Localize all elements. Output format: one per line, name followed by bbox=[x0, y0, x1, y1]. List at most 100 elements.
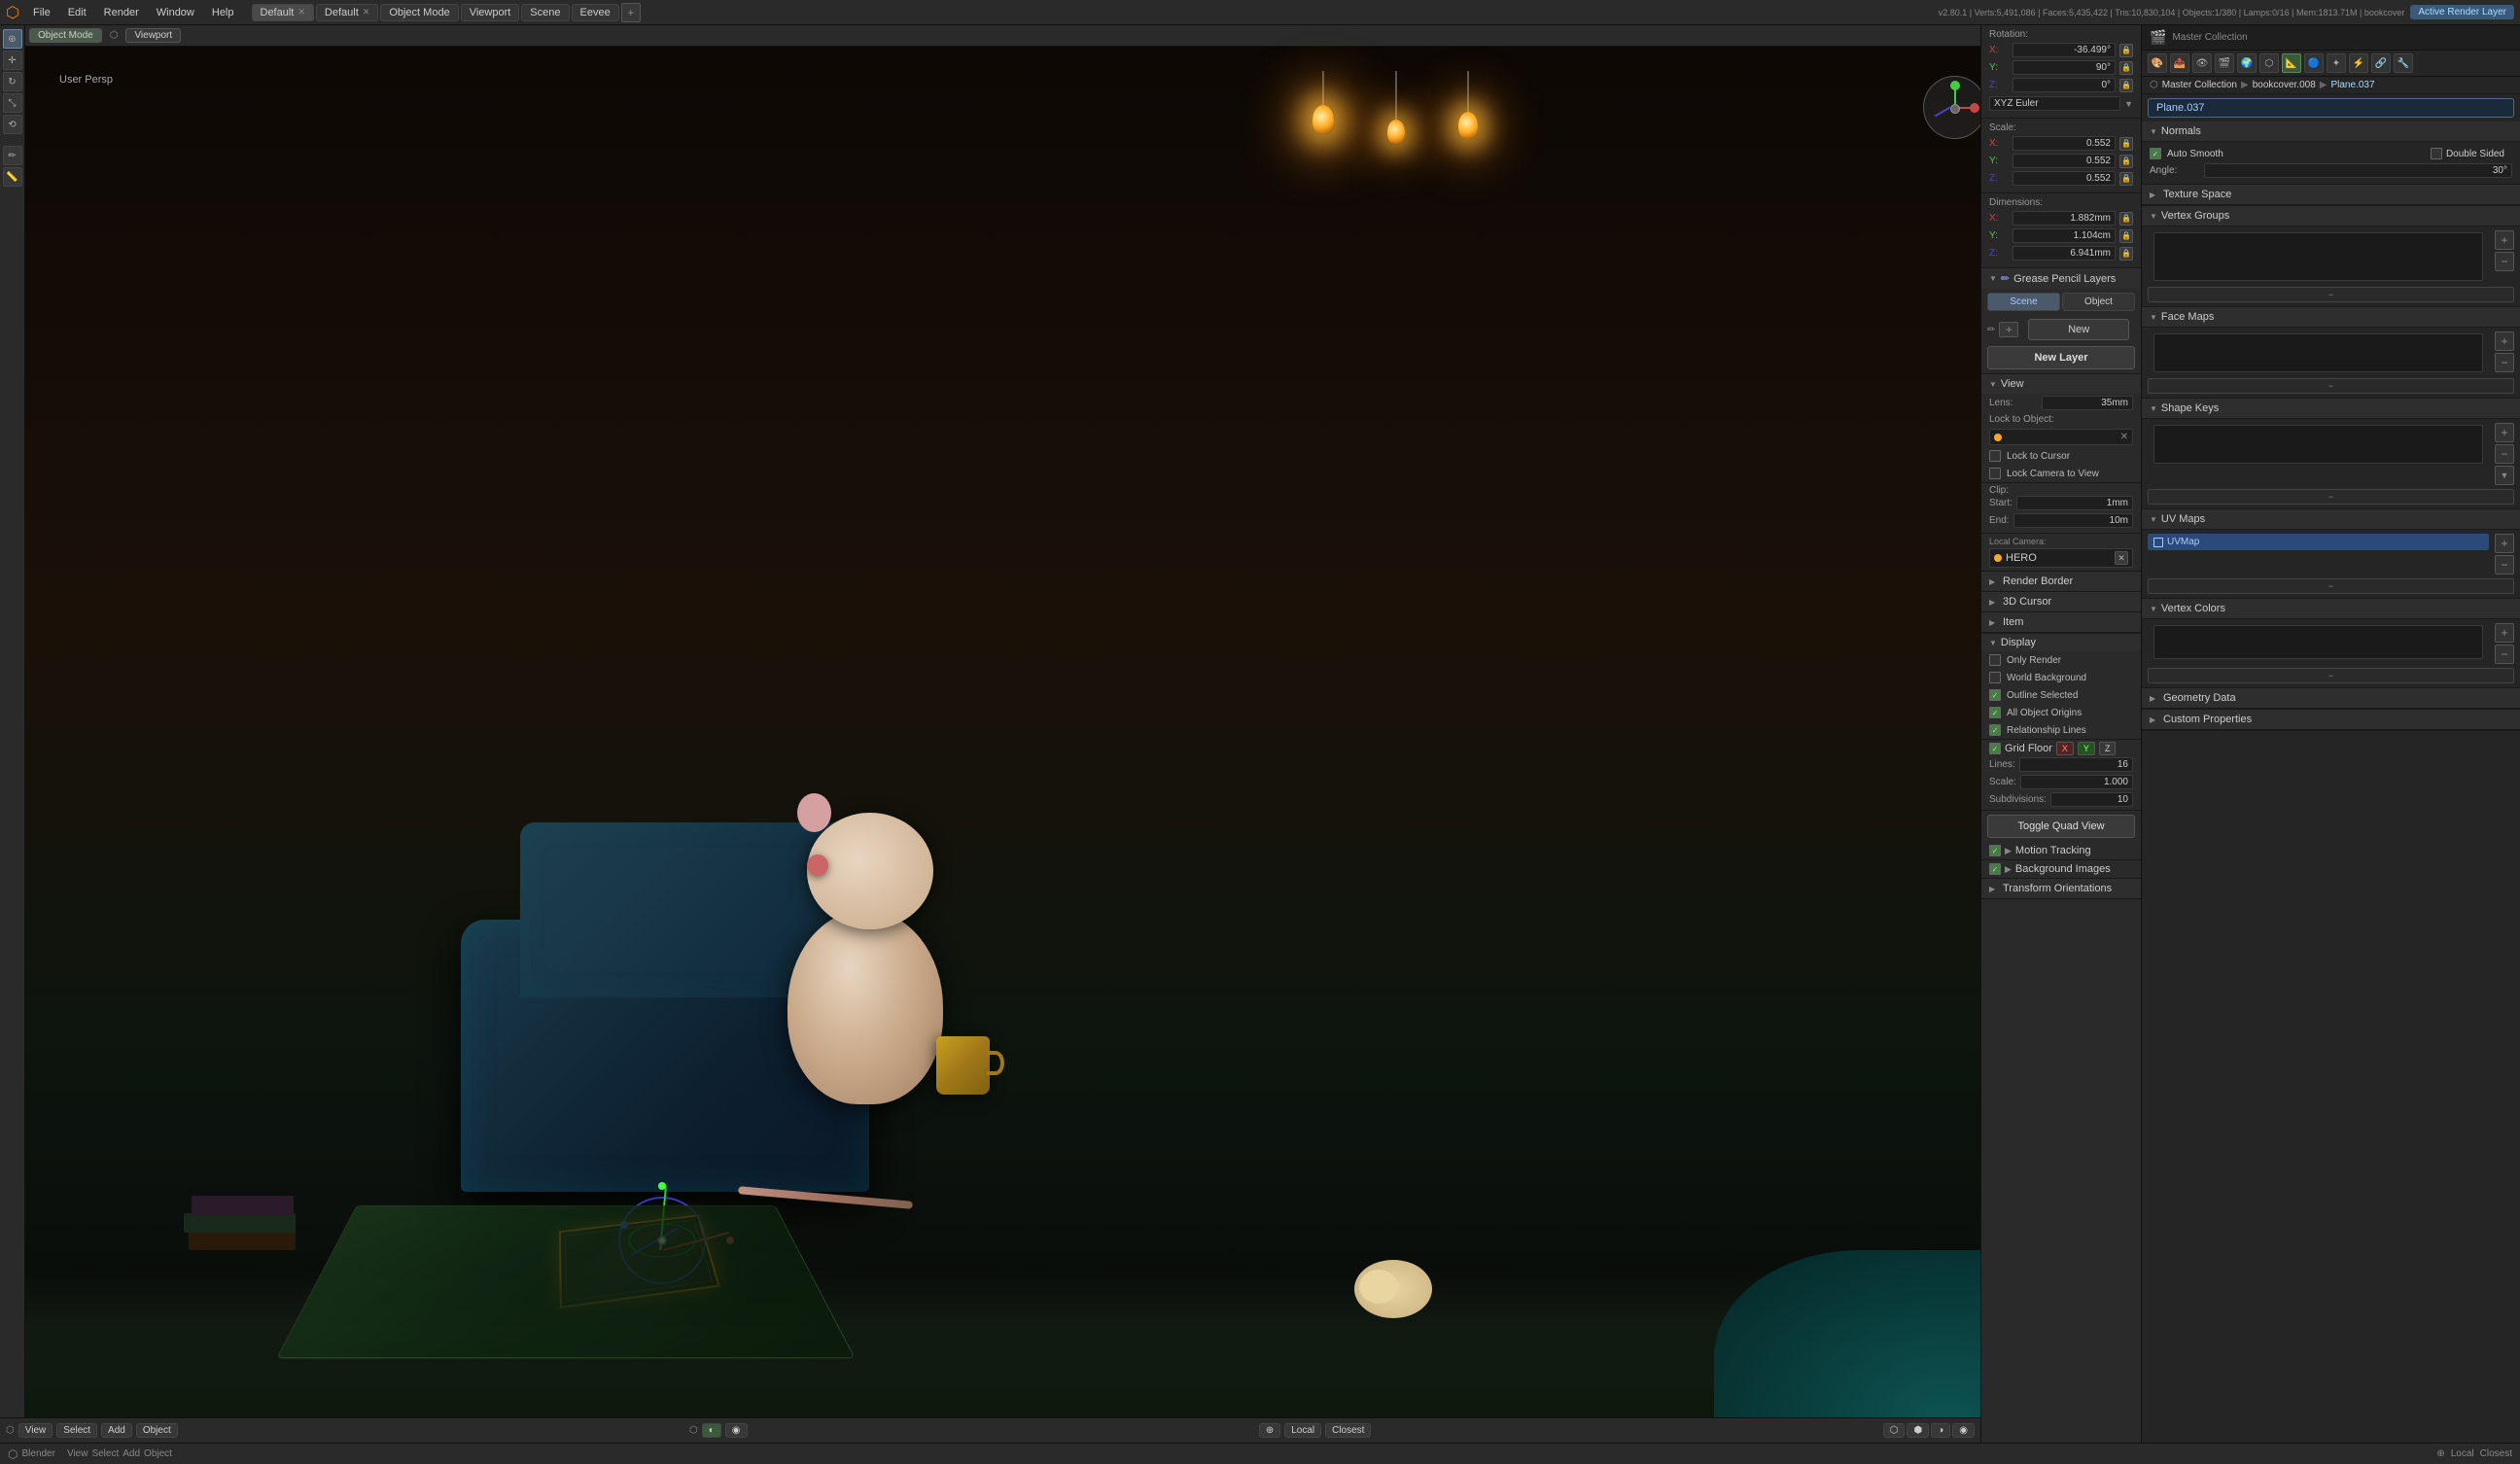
render-menu[interactable]: Render bbox=[96, 5, 147, 20]
scale-tool[interactable]: ⤡ bbox=[3, 93, 22, 113]
auto-smooth-checkbox[interactable] bbox=[2150, 148, 2161, 159]
double-sided-checkbox[interactable] bbox=[2431, 148, 2442, 159]
motion-tracking-checkbox[interactable] bbox=[1989, 845, 2001, 856]
workspace-close-icon[interactable]: ✕ bbox=[298, 7, 305, 17]
window-menu[interactable]: Window bbox=[149, 5, 202, 20]
scale-x-lock[interactable]: 🔒 bbox=[2119, 137, 2133, 151]
scale-z-lock[interactable]: 🔒 bbox=[2119, 172, 2133, 186]
lines-input[interactable]: 16 bbox=[2019, 757, 2133, 772]
custom-properties-header[interactable]: ▶ Custom Properties bbox=[2142, 710, 2520, 730]
frp-material-props-btn[interactable]: 🔵 bbox=[2304, 53, 2324, 73]
shape-keys-remove-btn[interactable]: − bbox=[2495, 444, 2514, 464]
dim-y-lock[interactable]: 🔒 bbox=[2119, 229, 2133, 243]
normals-angle-input[interactable]: 30° bbox=[2204, 163, 2512, 178]
background-images-checkbox[interactable] bbox=[1989, 863, 2001, 875]
dim-y-input[interactable]: 1.104cm bbox=[2012, 228, 2116, 243]
transform-orientations-header[interactable]: ▶ Transform Orientations bbox=[1981, 879, 2141, 898]
display-header[interactable]: ▼ Display bbox=[1981, 633, 2141, 651]
face-maps-remove-btn[interactable]: − bbox=[2495, 353, 2514, 372]
clip-end-input[interactable]: 10m bbox=[2013, 513, 2133, 528]
local-camera-pick-btn[interactable]: ✕ bbox=[2115, 551, 2128, 565]
view-header[interactable]: ▼ View bbox=[1981, 374, 2141, 394]
gp-tab-object[interactable]: Object bbox=[2062, 293, 2135, 311]
gp-add-icon[interactable]: + bbox=[1999, 322, 2018, 337]
frp-object-props-btn[interactable]: ⬡ bbox=[2259, 53, 2279, 73]
vertex-groups-assign-btn[interactable]: − bbox=[2148, 287, 2514, 302]
local-camera-picker[interactable]: HERO ✕ bbox=[1989, 548, 2133, 568]
world-background-checkbox[interactable] bbox=[1989, 672, 2001, 683]
workspace-close-icon-2[interactable]: ✕ bbox=[363, 7, 370, 17]
view-menu-btn[interactable]: View bbox=[18, 1423, 53, 1438]
workspace-object-mode[interactable]: Object Mode bbox=[380, 4, 458, 21]
dim-x-lock[interactable]: 🔒 bbox=[2119, 212, 2133, 226]
uv-maps-eq-btn[interactable]: − bbox=[2148, 578, 2514, 594]
vertex-colors-add-btn[interactable]: + bbox=[2495, 623, 2514, 643]
workspace-layout[interactable]: Default ✕ bbox=[316, 4, 378, 21]
background-images-header[interactable]: ▶ Background Images bbox=[1981, 860, 2141, 878]
geometry-data-header[interactable]: ▶ Geometry Data bbox=[2142, 688, 2520, 709]
transform-tool[interactable]: ⟲ bbox=[3, 115, 22, 134]
object-picker[interactable]: ✕ bbox=[1989, 429, 2133, 445]
frp-object-name-input[interactable] bbox=[2148, 98, 2514, 118]
all-obj-origins-checkbox[interactable] bbox=[1989, 707, 2001, 718]
clip-start-input[interactable]: 1mm bbox=[2016, 496, 2133, 510]
active-render-layer-label[interactable]: Active Render Layer bbox=[2410, 5, 2514, 19]
vertex-colors-remove-btn[interactable]: − bbox=[2495, 645, 2514, 664]
uv-maps-header[interactable]: ▼ UV Maps bbox=[2142, 509, 2520, 530]
grease-pencil-header[interactable]: ▼ ✏ Grease Pencil Layers bbox=[1981, 268, 2141, 289]
grid-floor-checkbox[interactable] bbox=[1989, 743, 2001, 754]
vertex-colors-eq-btn[interactable]: − bbox=[2148, 668, 2514, 683]
obj-picker-clear[interactable]: ✕ bbox=[2120, 432, 2128, 442]
rotation-x-input[interactable]: -36.499° bbox=[2012, 43, 2116, 57]
frp-view-layer-btn[interactable]: 👁 bbox=[2192, 53, 2212, 73]
help-menu[interactable]: Help bbox=[204, 5, 242, 20]
frp-mesh-props-btn[interactable]: 📐 bbox=[2282, 53, 2301, 73]
add-workspace-button[interactable]: + bbox=[621, 3, 641, 22]
frp-physics-btn[interactable]: ⚡ bbox=[2349, 53, 2368, 73]
shading-render-btn[interactable]: ◉ bbox=[1952, 1423, 1975, 1438]
lock-cursor-checkbox[interactable] bbox=[1989, 450, 2001, 462]
viewport-shading-icon[interactable]: ⬡ bbox=[110, 30, 119, 41]
frp-constraints-btn[interactable]: 🔗 bbox=[2371, 53, 2391, 73]
shape-keys-header[interactable]: ▼ Shape Keys bbox=[2142, 399, 2520, 419]
uv-maps-remove-btn[interactable]: − bbox=[2495, 555, 2514, 575]
viewport[interactable]: Object Mode ⬡ Viewport ⊕ ✛ ↻ ⤡ ⟲ ✏ 📏 bbox=[0, 25, 1980, 1443]
grid-z-btn[interactable]: Z bbox=[2099, 742, 2117, 755]
vertex-groups-add-btn[interactable]: + bbox=[2495, 230, 2514, 250]
overlay-btn[interactable]: ◉ bbox=[725, 1423, 748, 1438]
vertex-colors-header[interactable]: ▼ Vertex Colors bbox=[2142, 599, 2520, 619]
lock-camera-checkbox[interactable] bbox=[1989, 468, 2001, 479]
vertex-groups-remove-btn[interactable]: − bbox=[2495, 252, 2514, 271]
scale-y-lock[interactable]: 🔒 bbox=[2119, 155, 2133, 168]
face-maps-header[interactable]: ▼ Face Maps bbox=[2142, 307, 2520, 328]
toggle-quad-view-button[interactable]: Toggle Quad View bbox=[1987, 815, 2135, 838]
cursor-tool[interactable]: ⊕ bbox=[3, 29, 22, 49]
workspace-default[interactable]: Default ✕ bbox=[252, 4, 314, 21]
rotate-tool[interactable]: ↻ bbox=[3, 72, 22, 91]
normals-header[interactable]: ▼ Normals bbox=[2142, 122, 2520, 142]
uv-maps-add-btn[interactable]: + bbox=[2495, 534, 2514, 553]
viewport-canvas[interactable]: User Persp (190) bookcover008 bbox=[25, 47, 1980, 1443]
vertex-groups-header[interactable]: ▼ Vertex Groups bbox=[2142, 206, 2520, 227]
grid-x-btn[interactable]: X bbox=[2056, 742, 2074, 755]
shading-solid-btn[interactable]: ⬢ bbox=[1907, 1423, 1929, 1438]
status-view-section[interactable]: View Select Add Object bbox=[67, 1448, 172, 1459]
proportional-btn[interactable]: Closest bbox=[1325, 1423, 1371, 1438]
add-menu-btn[interactable]: Add bbox=[101, 1423, 132, 1438]
measure-tool[interactable]: 📏 bbox=[3, 167, 22, 187]
file-menu[interactable]: File bbox=[25, 5, 58, 20]
move-tool[interactable]: ✛ bbox=[3, 51, 22, 70]
motion-tracking-header[interactable]: ▶ Motion Tracking bbox=[1981, 842, 2141, 859]
subdivisions-input[interactable]: 10 bbox=[2050, 792, 2133, 807]
rotation-x-lock[interactable]: 🔒 bbox=[2119, 44, 2133, 57]
frp-render-props-btn[interactable]: 🎨 bbox=[2148, 53, 2167, 73]
select-menu-btn[interactable]: Select bbox=[56, 1423, 97, 1438]
shape-keys-eq-btn[interactable]: − bbox=[2148, 489, 2514, 505]
workspace-eevee[interactable]: Eevee bbox=[572, 4, 619, 21]
render-border-header[interactable]: ▶ Render Border bbox=[1981, 572, 2141, 591]
frp-scene-props-btn[interactable]: 🎬 bbox=[2215, 53, 2234, 73]
edit-menu[interactable]: Edit bbox=[60, 5, 94, 20]
rotation-y-lock[interactable]: 🔒 bbox=[2119, 61, 2133, 75]
only-render-checkbox[interactable] bbox=[1989, 654, 2001, 666]
dim-z-input[interactable]: 6.941mm bbox=[2012, 246, 2116, 261]
